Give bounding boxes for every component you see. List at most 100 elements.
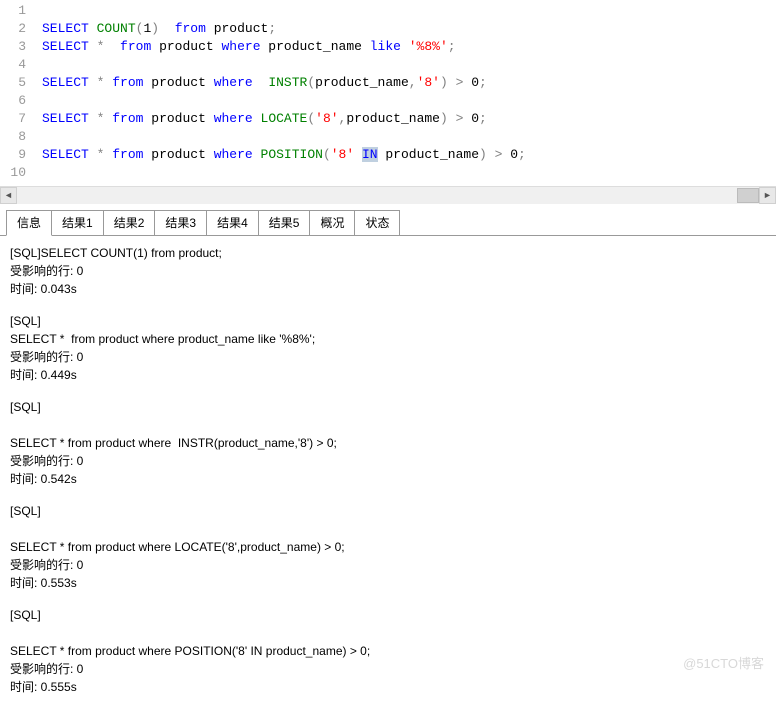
code-token	[354, 147, 362, 162]
code-token: '8'	[315, 111, 338, 126]
code-token	[104, 39, 120, 54]
code-token: ;	[479, 111, 487, 126]
tab-结果4[interactable]: 结果4	[206, 210, 259, 235]
line-number: 4	[0, 56, 36, 74]
code-token: POSITION	[261, 147, 323, 162]
scroll-right-arrow-icon[interactable]: ►	[759, 187, 776, 204]
code-content[interactable]	[36, 56, 776, 74]
code-token: )	[151, 21, 159, 36]
tab-状态[interactable]: 状态	[354, 210, 400, 235]
code-token: )	[479, 147, 487, 162]
tab-概况[interactable]: 概况	[309, 210, 355, 235]
line-number: 1	[0, 2, 36, 20]
code-token: '8'	[331, 147, 354, 162]
code-token: ;	[268, 21, 276, 36]
code-token: (	[307, 75, 315, 90]
code-token	[253, 147, 261, 162]
code-token: from	[112, 111, 143, 126]
code-token	[448, 75, 456, 90]
code-line[interactable]: 1	[0, 2, 776, 20]
code-token	[89, 39, 97, 54]
tab-信息[interactable]: 信息	[6, 210, 52, 236]
code-token	[487, 147, 495, 162]
tab-结果2[interactable]: 结果2	[103, 210, 156, 235]
output-line: 时间: 0.553s	[10, 574, 766, 592]
code-token: SELECT	[42, 75, 89, 90]
code-token: 0	[463, 111, 479, 126]
line-number: 7	[0, 110, 36, 128]
code-line[interactable]: 4	[0, 56, 776, 74]
code-token	[89, 111, 97, 126]
code-token: product_name	[346, 111, 440, 126]
output-line: 时间: 0.542s	[10, 470, 766, 488]
output-line: 时间: 0.449s	[10, 366, 766, 384]
code-token: '%8%'	[409, 39, 448, 54]
output-block: [SQL]SELECT * from product where product…	[10, 312, 766, 384]
code-content[interactable]: SELECT COUNT(1) from product;	[36, 20, 776, 38]
code-token	[89, 147, 97, 162]
output-line: [SQL]	[10, 502, 766, 520]
output-block: [SQL] SELECT * from product where LOCATE…	[10, 502, 766, 592]
line-number: 9	[0, 146, 36, 164]
tab-结果3[interactable]: 结果3	[154, 210, 207, 235]
code-content[interactable]	[36, 128, 776, 146]
line-number: 5	[0, 74, 36, 92]
code-line[interactable]: 7SELECT * from product where LOCATE('8',…	[0, 110, 776, 128]
code-token: product_name	[315, 75, 409, 90]
code-content[interactable]: SELECT * from product where LOCATE('8',p…	[36, 110, 776, 128]
sql-editor[interactable]: 12SELECT COUNT(1) from product;3SELECT *…	[0, 0, 776, 204]
code-line[interactable]: 6	[0, 92, 776, 110]
code-line[interactable]: 2SELECT COUNT(1) from product;	[0, 20, 776, 38]
code-token: product	[143, 147, 213, 162]
code-content[interactable]	[36, 164, 776, 182]
output-line: 时间: 0.043s	[10, 280, 766, 298]
code-token: ,	[409, 75, 417, 90]
output-panel[interactable]: [SQL]SELECT COUNT(1) from product; 受影响的行:…	[0, 236, 776, 718]
code-content[interactable]: SELECT * from product where POSITION('8'…	[36, 146, 776, 164]
code-token: 0	[502, 147, 518, 162]
code-line[interactable]: 9SELECT * from product where POSITION('8…	[0, 146, 776, 164]
output-block: [SQL] SELECT * from product where INSTR(…	[10, 398, 766, 488]
output-line: 受影响的行: 0	[10, 348, 766, 366]
code-token: SELECT	[42, 147, 89, 162]
scroll-left-arrow-icon[interactable]: ◄	[0, 187, 17, 204]
line-number: 8	[0, 128, 36, 146]
code-token	[253, 111, 261, 126]
code-content[interactable]: SELECT * from product where product_name…	[36, 38, 776, 56]
output-line: SELECT * from product where POSITION('8'…	[10, 642, 766, 660]
tab-结果5[interactable]: 结果5	[258, 210, 311, 235]
code-content[interactable]	[36, 2, 776, 20]
line-number: 10	[0, 164, 36, 182]
code-token	[89, 21, 97, 36]
output-line	[10, 416, 766, 434]
code-token: like	[370, 39, 401, 54]
code-token: '8'	[417, 75, 440, 90]
output-block: [SQL]SELECT COUNT(1) from product;受影响的行:…	[10, 244, 766, 298]
scroll-track[interactable]	[17, 187, 759, 204]
code-token	[401, 39, 409, 54]
code-line[interactable]: 10	[0, 164, 776, 182]
scroll-thumb[interactable]	[737, 188, 759, 203]
code-token: from	[175, 21, 206, 36]
code-token: ;	[518, 147, 526, 162]
code-token: product	[206, 21, 268, 36]
code-token: IN	[362, 147, 378, 162]
code-token	[448, 111, 456, 126]
output-line: [SQL]SELECT COUNT(1) from product;	[10, 244, 766, 262]
code-content[interactable]	[36, 92, 776, 110]
output-line: [SQL]	[10, 312, 766, 330]
code-token	[159, 21, 175, 36]
code-content[interactable]: SELECT * from product where INSTR(produc…	[36, 74, 776, 92]
code-token	[253, 75, 269, 90]
code-token: SELECT	[42, 111, 89, 126]
tab-结果1[interactable]: 结果1	[51, 210, 104, 235]
code-token: ;	[448, 39, 456, 54]
code-token: ;	[479, 75, 487, 90]
code-line[interactable]: 5SELECT * from product where INSTR(produ…	[0, 74, 776, 92]
code-token: where	[214, 75, 253, 90]
code-line[interactable]: 8	[0, 128, 776, 146]
code-token: SELECT	[42, 39, 89, 54]
code-token	[89, 75, 97, 90]
horizontal-scrollbar[interactable]: ◄ ►	[0, 186, 776, 203]
code-line[interactable]: 3SELECT * from product where product_nam…	[0, 38, 776, 56]
